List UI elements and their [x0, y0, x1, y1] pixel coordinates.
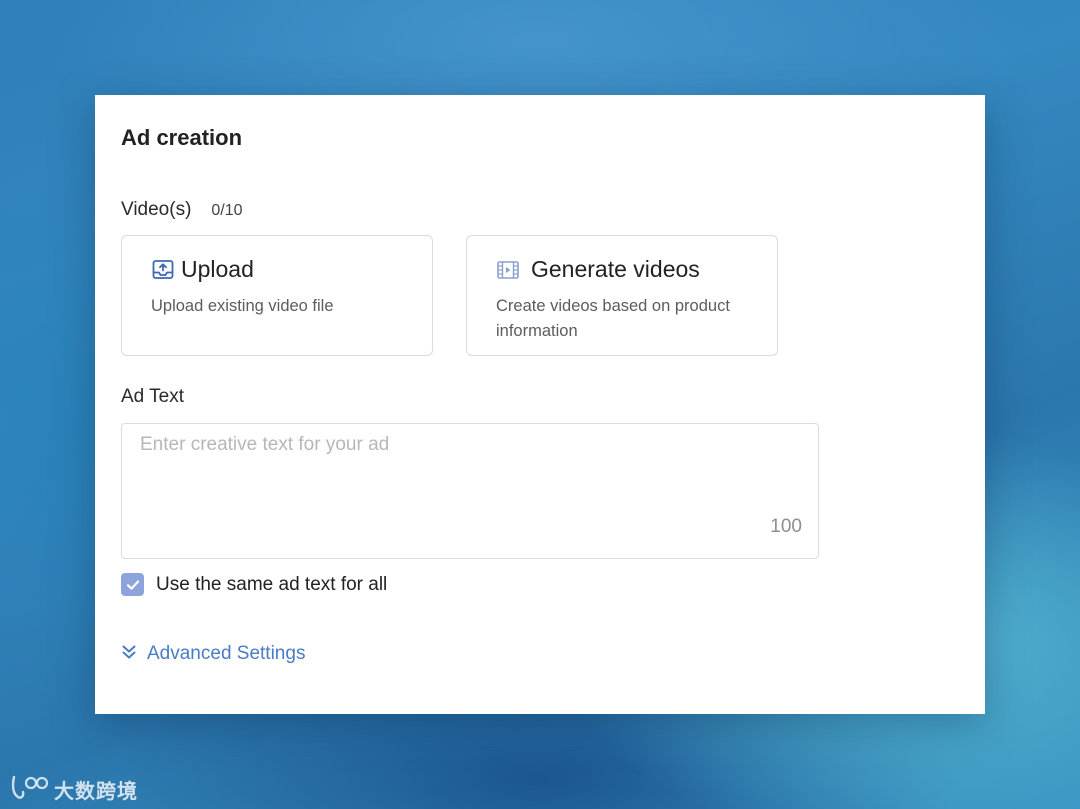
- ad-creation-dialog: Ad creation Video(s) 0/10 Upload Upload …: [95, 95, 985, 714]
- videos-count: 0/10: [211, 202, 243, 219]
- film-icon: [496, 258, 520, 282]
- advanced-settings-toggle[interactable]: Advanced Settings: [122, 643, 305, 665]
- upload-option-header: Upload: [151, 256, 254, 283]
- same-ad-text-checkbox-row[interactable]: Use the same ad text for all: [121, 573, 387, 596]
- ad-text-label: Ad Text: [121, 386, 185, 407]
- watermark: 大数跨境: [10, 772, 138, 807]
- dialog-title: Ad creation: [121, 125, 243, 150]
- same-ad-text-checkbox[interactable]: [121, 573, 144, 596]
- videos-header: Video(s) 0/10: [121, 199, 243, 221]
- generate-option-description: Create videos based on product informati…: [496, 297, 730, 340]
- checkmark-icon: [126, 580, 139, 590]
- ad-text-char-limit: 100: [770, 516, 802, 537]
- watermark-text: 大数跨境: [54, 779, 138, 803]
- ad-text-field: 100: [121, 423, 819, 559]
- upload-option-label: Upload: [181, 256, 254, 282]
- upload-option-card[interactable]: Upload Upload existing video file: [121, 235, 433, 356]
- generate-option-header: Generate videos: [496, 256, 700, 283]
- advanced-settings-label: Advanced Settings: [147, 643, 306, 664]
- same-ad-text-label: Use the same ad text for all: [156, 573, 388, 595]
- generate-videos-option-card[interactable]: Generate videos Create videos based on p…: [466, 235, 778, 356]
- ad-text-input[interactable]: [122, 424, 818, 558]
- upload-option-description: Upload existing video file: [151, 297, 334, 315]
- upload-tray-icon: [151, 258, 175, 282]
- videos-label: Video(s): [121, 199, 192, 220]
- double-chevron-down-icon: [122, 644, 136, 665]
- generate-option-label: Generate videos: [531, 256, 700, 282]
- watermark-logo-icon: [10, 772, 50, 807]
